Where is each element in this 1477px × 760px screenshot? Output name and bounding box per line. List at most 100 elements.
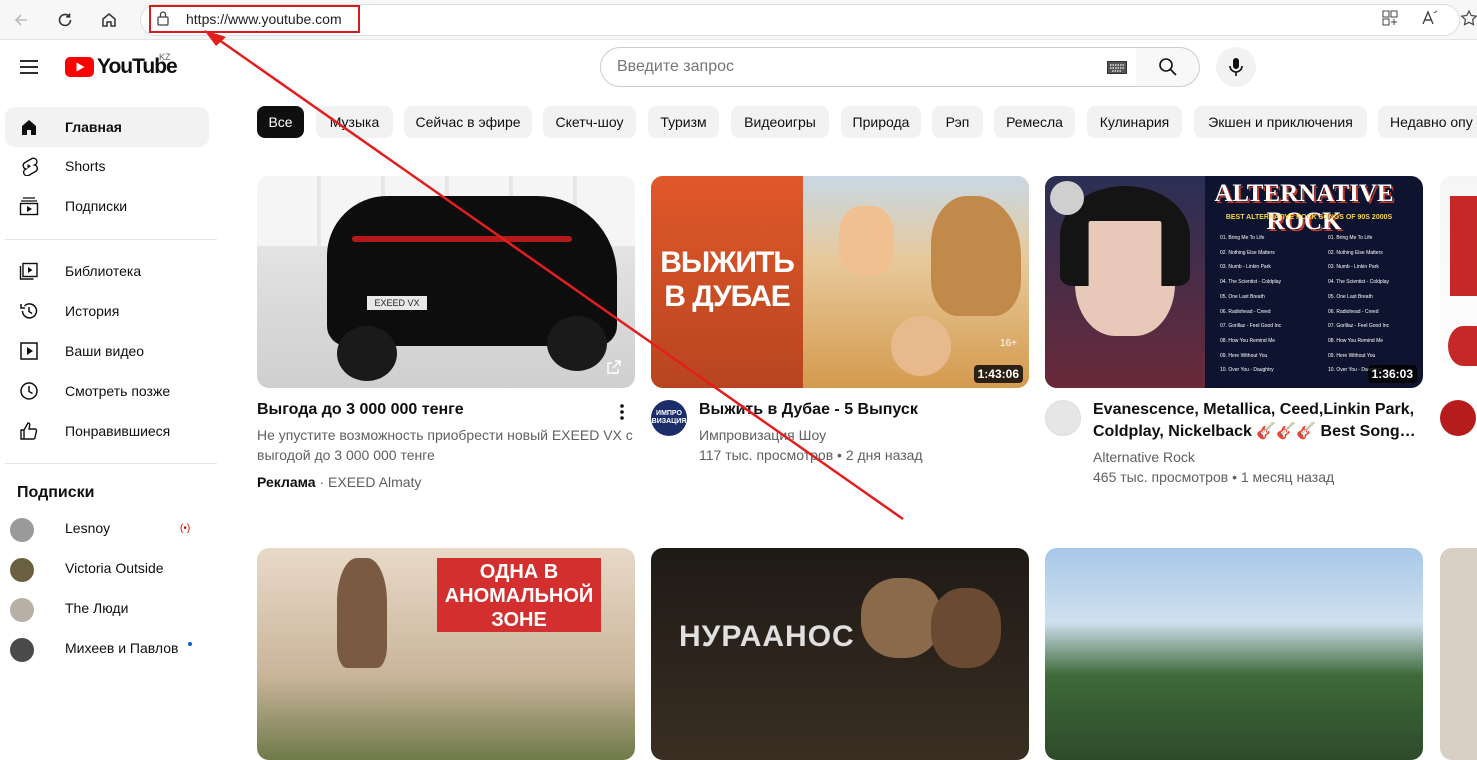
- chip[interactable]: Туризм: [648, 106, 719, 138]
- subscription-item[interactable]: Lesnoy (•): [5, 508, 209, 548]
- video-meta: 117 тыс. просмотров • 2 дня назад: [699, 447, 923, 463]
- thumbnail-text: НУРААНОС: [679, 620, 855, 653]
- sidebar-item-watch-later[interactable]: Смотреть позже: [5, 371, 209, 411]
- video-title-line-2[interactable]: Coldplay, Nickelback 🎸🎸🎸 Best Song…: [1093, 421, 1416, 443]
- sidebar-item-history[interactable]: История: [5, 291, 209, 331]
- video-thumbnail[interactable]: ALTERNATIVE ROCK BEST ALTERNATIVE ROCK S…: [1045, 176, 1423, 388]
- chip[interactable]: Музыка: [316, 106, 393, 138]
- search-icon: [1158, 58, 1177, 76]
- woman-figure: [839, 206, 894, 276]
- ad-description: выгодой до 3 000 000 тенге: [257, 447, 435, 463]
- thumbnail-line: ВЫЖИТЬ: [660, 246, 795, 279]
- channel-name[interactable]: Импровизация Шоу: [699, 425, 826, 445]
- channel-avatar[interactable]: [1440, 400, 1476, 436]
- video-meta: 465 тыс. просмотров • 1 месяц назад: [1093, 469, 1335, 485]
- channel-name[interactable]: Alternative Rock: [1093, 447, 1195, 467]
- track: 07. Gorillaz - Feel Good Inc: [1328, 323, 1390, 330]
- video-title[interactable]: Evanescence, Metallica, Ceed,Linkin Park…: [1093, 399, 1414, 421]
- portrait-face: [1075, 206, 1175, 336]
- car-taillight: [352, 236, 572, 242]
- chip[interactable]: Кулинария: [1087, 106, 1182, 138]
- track: 01. Bring Me To Life: [1220, 235, 1265, 241]
- subscriptions-heading: Подписки: [17, 484, 95, 501]
- shorts-icon: [22, 157, 38, 176]
- track: 09. Here Without You: [1328, 352, 1376, 359]
- chip[interactable]: Недавно опу: [1378, 106, 1477, 138]
- sidebar-item-label: Ваши видео: [65, 343, 145, 359]
- channel-badge: [1050, 181, 1084, 215]
- channel-avatar[interactable]: [1045, 400, 1081, 436]
- search-input[interactable]: [617, 58, 1087, 76]
- subscription-item[interactable]: Victoria Outside: [5, 548, 209, 588]
- live-indicator: (•): [180, 522, 191, 534]
- video-thumbnail[interactable]: ОДНА В АНОМАЛЬНОЙ ЗОНЕ: [257, 548, 635, 760]
- advertiser-name[interactable]: · EXEED Almaty: [316, 474, 421, 490]
- microphone-icon: [1229, 58, 1243, 76]
- browser-toolbar: https://www.youtube.com: [0, 0, 1477, 40]
- track: 03. Numb - Linkin Park: [1220, 264, 1271, 271]
- history-icon: [20, 303, 38, 319]
- subscription-label: The Люди: [65, 600, 129, 616]
- video-thumbnail[interactable]: НУРААНОС: [651, 548, 1029, 760]
- subscription-item[interactable]: Михеев и Павлов: [5, 628, 209, 668]
- avatar: [10, 558, 34, 582]
- sidebar-item-subscriptions[interactable]: Подписки: [5, 186, 209, 226]
- apps-icon[interactable]: [1381, 9, 1399, 27]
- chip[interactable]: Экшен и приключения: [1194, 106, 1367, 138]
- video-title[interactable]: Выжить в Дубае - 5 Выпуск: [699, 399, 918, 421]
- chip[interactable]: Сейчас в эфире: [404, 106, 532, 138]
- video-thumbnail[interactable]: [1045, 548, 1423, 760]
- more-options-icon[interactable]: [618, 403, 626, 421]
- track: 02. Nothing Else Matters: [1220, 249, 1275, 256]
- voice-search-button[interactable]: [1216, 47, 1256, 87]
- reload-button[interactable]: [51, 6, 79, 34]
- chip[interactable]: Все: [257, 106, 304, 138]
- read-aloud-icon[interactable]: [1421, 9, 1439, 27]
- back-button[interactable]: [7, 6, 35, 34]
- sidebar-item-library[interactable]: Библиотека: [5, 251, 209, 291]
- face-figure: [891, 316, 951, 376]
- video-thumbnail-partial[interactable]: [1440, 548, 1477, 760]
- sidebar-item-liked[interactable]: Понравившиеся: [5, 411, 209, 451]
- track: 05. One Last Breath: [1328, 293, 1373, 300]
- video-thumbnail[interactable]: ВЫЖИТЬ В ДУБАЕ 16+ 1:43:06: [651, 176, 1029, 388]
- ad-meta: Реклама · EXEED Almaty: [257, 472, 421, 492]
- sidebar-item-shorts[interactable]: Shorts: [5, 146, 209, 186]
- thumbnail-subtitle: BEST ALTERNATIVE ROCK SONGS OF 90S 2000S: [1225, 214, 1393, 221]
- chip[interactable]: Скетч-шоу: [543, 106, 636, 138]
- video-title[interactable]: Выгода до 3 000 000 тенге: [257, 399, 464, 421]
- your-videos-icon: [20, 342, 38, 360]
- face-figure: [931, 588, 1001, 668]
- search-box[interactable]: [600, 47, 1137, 87]
- keyboard-icon[interactable]: [1107, 61, 1127, 74]
- tracklist-col-2: 01. Bring Me To Life 02. Nothing Else Mat…: [1328, 231, 1389, 378]
- chip[interactable]: Природа: [841, 106, 921, 138]
- track: 04. The Scientist - Coldplay: [1220, 279, 1282, 286]
- video-thumbnail-partial[interactable]: [1440, 176, 1477, 388]
- subscription-label: Михеев и Павлов: [65, 640, 179, 656]
- home-browser-button[interactable]: [95, 6, 123, 34]
- sidebar-item-your-videos[interactable]: Ваши видео: [5, 331, 209, 371]
- video-thumbnail[interactable]: EXEED VX: [257, 176, 635, 388]
- external-link-icon[interactable]: [607, 360, 621, 374]
- tracklist-col-1: 01. Bring Me To Life 02. Nothing Else Mat…: [1220, 231, 1281, 378]
- chip[interactable]: Ремесла: [994, 106, 1075, 138]
- watch-later-icon: [20, 382, 38, 400]
- subscription-item[interactable]: The Люди: [5, 588, 209, 628]
- favorites-icon[interactable]: [1460, 9, 1477, 27]
- home-icon: [102, 13, 116, 27]
- thumbs-up-icon: [20, 422, 38, 440]
- chip[interactable]: Рэп: [932, 106, 983, 138]
- sidebar-item-label: Подписки: [65, 198, 128, 214]
- thumbnail-partial-shape: [1448, 326, 1477, 366]
- menu-icon[interactable]: [19, 58, 39, 76]
- car-wheel: [337, 326, 397, 381]
- video-duration: 1:43:06: [973, 365, 1023, 383]
- chip[interactable]: Видеоигры: [731, 106, 829, 138]
- license-plate: EXEED VX: [367, 296, 427, 310]
- search-button[interactable]: [1136, 47, 1200, 87]
- channel-avatar[interactable]: ИМПРО ВИЗАЦИЯ: [651, 400, 687, 436]
- sidebar-item-label: Библиотека: [65, 263, 142, 279]
- track: 04. The Scientist - Coldplay: [1328, 279, 1390, 286]
- sidebar-item-home[interactable]: Главная: [5, 107, 209, 147]
